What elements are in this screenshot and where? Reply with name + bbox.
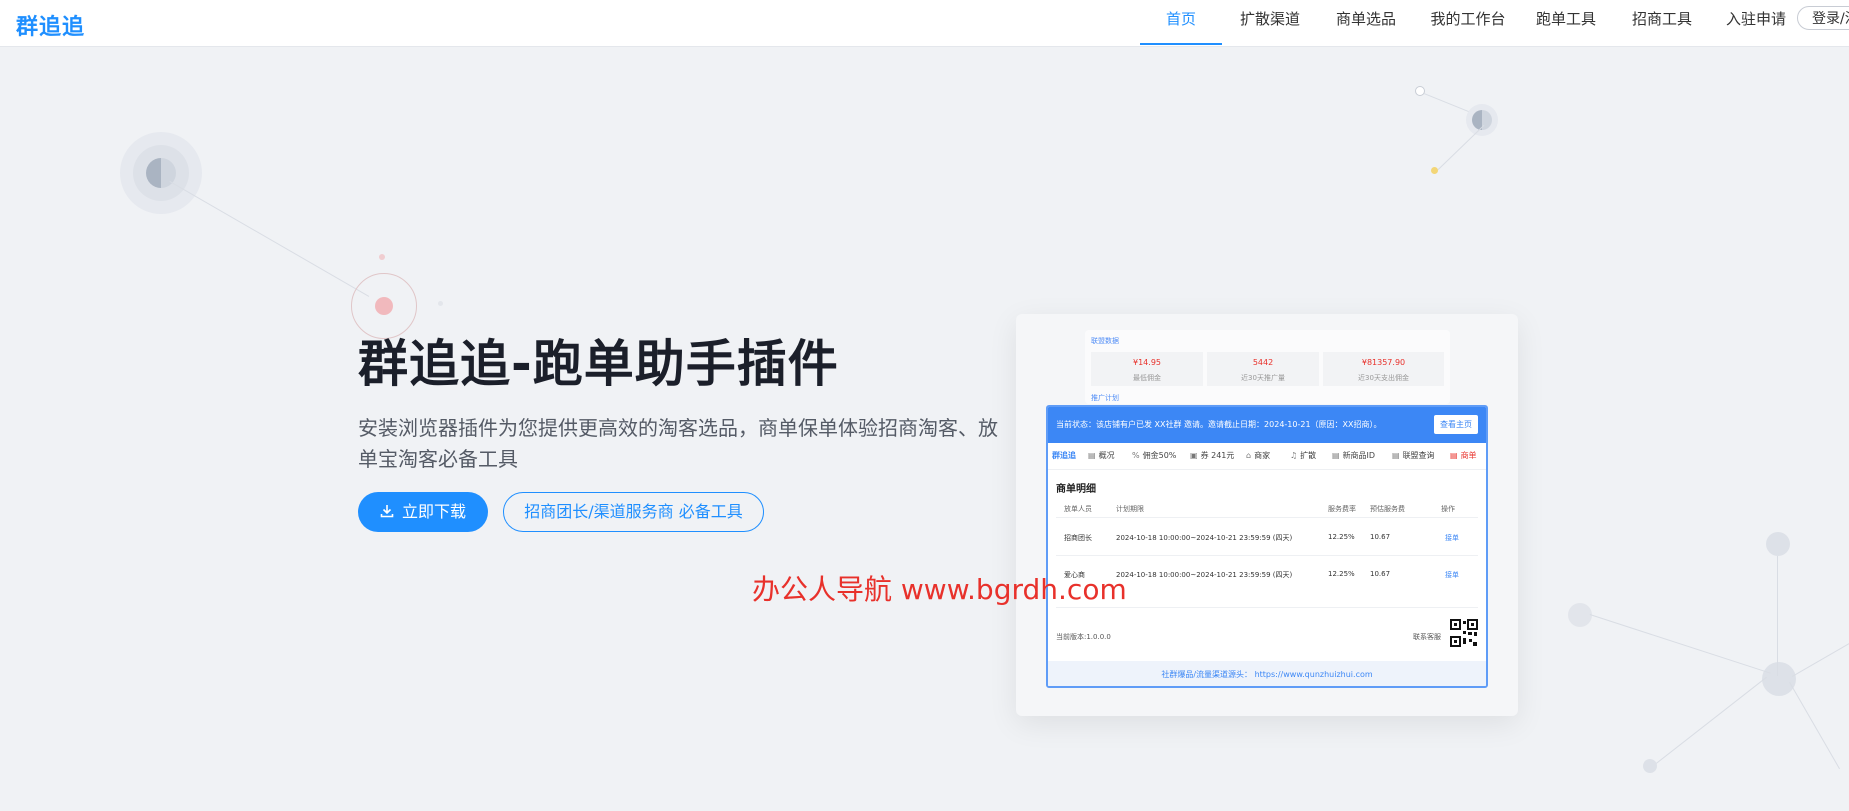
table-header: 操作 <box>1441 505 1455 513</box>
status-banner: 当前状态：该店铺有户已发 XX社群 邀请。邀请截止日期：2024-10-21（原… <box>1048 407 1486 443</box>
deco-line <box>169 181 370 297</box>
hero-description: 安装浏览器插件为您提供更高效的淘客选品，商单保单体验招商淘客、放单宝淘客必备工具 <box>358 416 998 471</box>
plugin-tabs: 群追追 ▤ 概况 % 佣金50% ▣ 券 241元 ⌂ 商家 ♫ 扩散 ▤ 新商品ID ▤ 联… <box>1048 443 1486 470</box>
stat-value: ¥81357.90 <box>1361 358 1406 367</box>
deco-line <box>1589 614 1771 674</box>
document-icon: ▤ <box>1450 451 1458 460</box>
deco-line <box>1789 682 1840 770</box>
nav-spread-channel[interactable]: 扩散渠道 <box>1230 0 1310 43</box>
table-cell: 招商团长 <box>1064 534 1092 542</box>
bell-icon: ♫ <box>1290 451 1298 460</box>
stat-cell: 5442 近30天推广量 <box>1207 352 1319 386</box>
nav-apply-join[interactable]: 入驻申请 <box>1716 0 1796 43</box>
deco-line <box>1777 556 1778 676</box>
table-header: 预估服务费 <box>1370 505 1405 513</box>
tab-spread[interactable]: ♫ 扩散 <box>1290 443 1316 469</box>
tab-label: 联盟查询 <box>1402 451 1435 460</box>
deco-dot-small <box>379 254 385 260</box>
status-banner-text: 当前状态：该店铺有户已发 XX社群 邀请。邀请截止日期：2024-10-21（原… <box>1056 420 1382 429</box>
qr-code-icon <box>1450 619 1478 647</box>
merchant-tools-button[interactable]: 招商团长/渠道服务商 必备工具 <box>503 492 764 532</box>
shop-icon: ⌂ <box>1246 451 1252 460</box>
download-button[interactable]: 立即下载 <box>358 492 488 532</box>
preview-stats-panel: 联盟数据 ¥14.95 最低佣金 5442 近30天推广量 ¥81357.90 … <box>1085 330 1450 404</box>
table-header: 服务费率 <box>1328 505 1356 513</box>
deco-dot <box>1766 532 1790 556</box>
tab-overview[interactable]: ▤ 概况 <box>1088 443 1115 469</box>
deco-dot-tiny <box>438 301 443 306</box>
watermark-text: 办公人导航 www.bgrdh.com <box>752 573 1127 606</box>
stats-section-label: 联盟数据 <box>1091 337 1119 345</box>
deco-line <box>1792 641 1849 677</box>
tab-label: 扩散 <box>1300 451 1317 460</box>
view-homepage-button[interactable]: 查看主页 <box>1434 415 1478 434</box>
tab-coupon[interactable]: ▣ 券 241元 <box>1190 443 1234 469</box>
table-cell: 10.67 <box>1370 533 1391 541</box>
tab-merchant[interactable]: ⌂ 商家 <box>1246 443 1270 469</box>
stat-label: 最低佣金 <box>1133 374 1161 382</box>
stat-value: ¥14.95 <box>1133 358 1161 367</box>
deco-dot-pink <box>375 297 393 315</box>
row-divider <box>1056 517 1478 518</box>
nav-order-tools[interactable]: 跑单工具 <box>1526 0 1606 43</box>
stat-label: 近30天支出佣金 <box>1358 374 1409 382</box>
tab-label: 券 241元 <box>1200 451 1235 460</box>
tab-brand[interactable]: 群追追 <box>1052 443 1076 469</box>
table-cell: 10.67 <box>1370 570 1391 578</box>
tab-label: 佣金50% <box>1142 451 1177 460</box>
version-text: 当前版本:1.0.0.0 <box>1056 633 1111 641</box>
nav-my-workbench[interactable]: 我的工作台 <box>1420 0 1516 43</box>
stat-cell: ¥81357.90 近30天支出佣金 <box>1323 352 1444 386</box>
stat-value: 5442 <box>1252 358 1274 367</box>
tab-new-product-id[interactable]: ▤ 新商品ID <box>1332 443 1375 469</box>
nav-merchant-tools[interactable]: 招商工具 <box>1622 0 1702 43</box>
deco-line <box>1656 676 1767 764</box>
accept-order-link[interactable]: 接单 <box>1445 570 1459 580</box>
plan-section-label: 推广计划 <box>1091 394 1119 402</box>
nav-commercial-selection[interactable]: 商单选品 <box>1326 0 1406 43</box>
plugin-panel: 当前状态：该店铺有户已发 XX社群 邀请。邀请截止日期：2024-10-21（原… <box>1046 405 1488 688</box>
panel-footer-link[interactable]: 社群爆品/流量渠道源头： https://www.qunzhuizhui.com <box>1048 661 1486 686</box>
accept-order-link[interactable]: 接单 <box>1445 533 1459 543</box>
table-header: 计划期限 <box>1116 505 1144 513</box>
nav-home[interactable]: 首页 <box>1140 0 1222 45</box>
deco-dot-ring <box>1415 86 1425 96</box>
deco-dot <box>1643 759 1657 773</box>
top-navbar: 群追追 首页 扩散渠道 商单选品 我的工作台 跑单工具 招商工具 入驻申请 登录… <box>0 0 1849 47</box>
hero-title: 群追追-跑单助手插件 <box>358 335 839 393</box>
document-icon: ▤ <box>1332 451 1340 460</box>
tab-label: 商单 <box>1460 451 1477 460</box>
percent-icon: % <box>1132 451 1140 460</box>
site-logo[interactable]: 群追追 <box>16 9 85 41</box>
deco-dot-yellow <box>1431 167 1438 174</box>
document-icon: ▤ <box>1392 451 1400 460</box>
tab-label: 商家 <box>1254 451 1271 460</box>
coupon-icon: ▣ <box>1190 451 1198 460</box>
deco-dot <box>1568 603 1592 627</box>
contact-support-label[interactable]: 联系客服 <box>1413 632 1441 642</box>
table-cell: 2024-10-18 10:00:00~2024-10-21 23:59:59 … <box>1116 534 1293 542</box>
row-divider <box>1056 555 1478 556</box>
download-icon <box>380 492 394 532</box>
deco-dot <box>1762 662 1796 696</box>
deco-line <box>1423 93 1471 113</box>
login-register-button[interactable]: 登录/注册 <box>1797 6 1849 30</box>
download-button-label: 立即下载 <box>401 502 466 521</box>
tab-label: 概况 <box>1098 451 1115 460</box>
stat-label: 近30天推广量 <box>1241 374 1285 382</box>
tab-commission[interactable]: % 佣金50% <box>1132 443 1176 469</box>
table-header: 放单人员 <box>1064 505 1092 513</box>
document-icon: ▤ <box>1088 451 1096 460</box>
tab-label: 新商品ID <box>1342 451 1376 460</box>
table-cell: 12.25% <box>1328 533 1355 541</box>
deco-line <box>1437 124 1485 171</box>
order-detail-title: 商单明细 <box>1056 484 1096 495</box>
table-cell: 2024-10-18 10:00:00~2024-10-21 23:59:59 … <box>1116 571 1293 579</box>
tab-commercial-order[interactable]: ▤ 商单 <box>1450 443 1477 469</box>
table-cell: 12.25% <box>1328 570 1355 578</box>
stat-cell: ¥14.95 最低佣金 <box>1091 352 1203 386</box>
tab-alliance-query[interactable]: ▤ 联盟查询 <box>1392 443 1435 469</box>
